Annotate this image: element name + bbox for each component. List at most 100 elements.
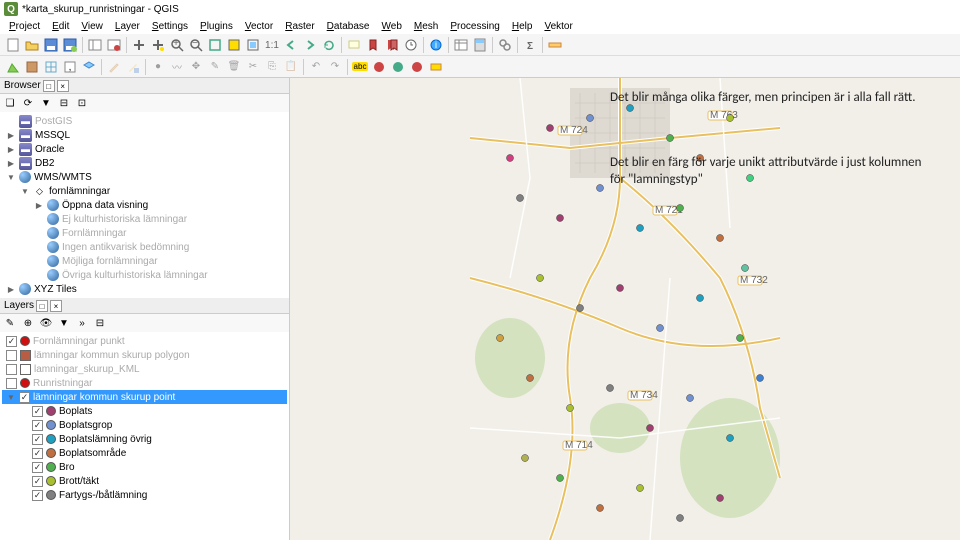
layer-category[interactable]: Brott/täkt (2, 474, 287, 488)
refresh-icon[interactable] (320, 36, 338, 54)
add-delimited-icon[interactable]: , (61, 58, 79, 76)
menu-vector[interactable]: Vector (240, 20, 278, 33)
add-mesh-icon[interactable] (42, 58, 60, 76)
map-point[interactable] (667, 135, 674, 142)
layers-add-group-icon[interactable]: ⊕ (20, 315, 36, 331)
map-point[interactable] (597, 185, 604, 192)
browser-tree[interactable]: ▬PostGIS▶▬MSSQL▶▬Oracle▶▬DB2▼WMS/WMTS▼◇f… (0, 112, 289, 298)
browser-add-icon[interactable]: ❏ (2, 95, 18, 111)
map-point[interactable] (497, 335, 504, 342)
browser-item[interactable]: Ej kulturhistoriska lämningar (2, 212, 287, 226)
browser-item[interactable]: ▶▬MSSQL (2, 128, 287, 142)
browser-item[interactable]: ▶Öppna data visning (2, 198, 287, 212)
add-vector-icon[interactable] (4, 58, 22, 76)
browser-properties-icon[interactable]: ⊡ (74, 95, 90, 111)
map-point[interactable] (527, 375, 534, 382)
layer-category[interactable]: Boplatsområde (2, 446, 287, 460)
browser-item[interactable]: ▶▬Oracle (2, 142, 287, 156)
map-point[interactable] (727, 435, 734, 442)
node-tool-icon[interactable]: ✎ (206, 58, 224, 76)
new-project-icon[interactable] (4, 36, 22, 54)
label-tool4-icon[interactable] (427, 58, 445, 76)
layer-item[interactable]: ▼lämningar kommun skurup point (2, 390, 287, 404)
checkbox[interactable] (32, 420, 43, 431)
copy-feature-icon[interactable]: ⎘ (263, 58, 281, 76)
layers-tree[interactable]: Fornlämningar punktlämningar kommun skur… (0, 332, 289, 540)
layer-category[interactable]: Fartygs-/båtlämning (2, 488, 287, 502)
undo-icon[interactable]: ↶ (307, 58, 325, 76)
map-point[interactable] (537, 275, 544, 282)
checkbox[interactable] (6, 336, 17, 347)
checkbox[interactable] (19, 392, 30, 403)
browser-item[interactable]: ▼WMS/WMTS (2, 170, 287, 184)
map-point[interactable] (727, 115, 734, 122)
layer-category[interactable]: Boplats (2, 404, 287, 418)
browser-undock-button[interactable]: □ (43, 80, 55, 92)
layers-style-icon[interactable]: ✎ (2, 315, 18, 331)
map-point[interactable] (607, 385, 614, 392)
layer-item[interactable]: lämningar kommun skurup polygon (2, 348, 287, 362)
checkbox[interactable] (32, 462, 43, 473)
menu-project[interactable]: Project (4, 20, 45, 33)
zoom-native-icon[interactable]: 1:1 (263, 36, 281, 54)
zoom-next-icon[interactable] (301, 36, 319, 54)
browser-item[interactable]: ▼◇fornlämningar (2, 184, 287, 198)
map-point[interactable] (677, 515, 684, 522)
map-point[interactable] (677, 205, 684, 212)
map-canvas[interactable]: M 724M 763M 721M 732M 734M 714 (290, 78, 960, 540)
layers-visibility-icon[interactable]: 👁 (38, 315, 54, 331)
map-tips-icon[interactable] (345, 36, 363, 54)
menu-vektor[interactable]: Vektor (539, 20, 577, 33)
digitize-icon[interactable]: 〰 (168, 58, 186, 76)
field-calculator-icon[interactable] (471, 36, 489, 54)
layers-expand-icon[interactable]: » (74, 315, 90, 331)
layer-category[interactable]: Boplatslämning övrig (2, 432, 287, 446)
map-point[interactable] (557, 215, 564, 222)
toolbox-icon[interactable] (496, 36, 514, 54)
browser-item[interactable]: Möjliga fornlämningar (2, 254, 287, 268)
layers-remove-icon[interactable]: ⊟ (92, 315, 108, 331)
layer-item[interactable]: lamningar_skurup_KML (2, 362, 287, 376)
save-edits-icon[interactable] (124, 58, 142, 76)
menu-help[interactable]: Help (507, 20, 538, 33)
map-point[interactable] (547, 125, 554, 132)
checkbox[interactable] (6, 378, 17, 389)
delete-feature-icon[interactable]: 🗑 (225, 58, 243, 76)
zoom-in-icon[interactable]: + (168, 36, 186, 54)
menu-web[interactable]: Web (377, 20, 407, 33)
browser-refresh-icon[interactable]: ⟳ (20, 95, 36, 111)
zoom-selection-icon[interactable] (225, 36, 243, 54)
map-point[interactable] (617, 285, 624, 292)
checkbox[interactable] (32, 406, 43, 417)
menu-plugins[interactable]: Plugins (195, 20, 238, 33)
menu-mesh[interactable]: Mesh (409, 20, 443, 33)
label-tool1-icon[interactable] (370, 58, 388, 76)
edit-toggle-icon[interactable] (105, 58, 123, 76)
add-feature-icon[interactable]: ● (149, 58, 167, 76)
browser-item[interactable]: Ingen antikvarisk bedömning (2, 240, 287, 254)
open-project-icon[interactable] (23, 36, 41, 54)
label-abc-icon[interactable]: abc (351, 58, 369, 76)
map-point[interactable] (567, 405, 574, 412)
map-point[interactable] (597, 505, 604, 512)
zoom-full-icon[interactable] (206, 36, 224, 54)
statistics-icon[interactable]: Σ (521, 36, 539, 54)
map-point[interactable] (757, 375, 764, 382)
save-icon[interactable] (42, 36, 60, 54)
browser-collapse-icon[interactable]: ⊟ (56, 95, 72, 111)
save-as-icon[interactable] (61, 36, 79, 54)
layers-close-button[interactable]: × (50, 300, 62, 312)
menubar[interactable]: ProjectEditViewLayerSettingsPluginsVecto… (0, 18, 960, 34)
browser-item[interactable]: ▶▬DB2 (2, 156, 287, 170)
add-raster-icon[interactable] (23, 58, 41, 76)
bookmarks-icon[interactable] (383, 36, 401, 54)
map-point[interactable] (637, 485, 644, 492)
browser-close-button[interactable]: × (57, 80, 69, 92)
layers-undock-button[interactable]: □ (36, 300, 48, 312)
zoom-layer-icon[interactable] (244, 36, 262, 54)
attribute-table-icon[interactable] (452, 36, 470, 54)
map-point[interactable] (557, 475, 564, 482)
checkbox[interactable] (32, 434, 43, 445)
layer-category[interactable]: Bro (2, 460, 287, 474)
layer-item[interactable]: Runristningar (2, 376, 287, 390)
